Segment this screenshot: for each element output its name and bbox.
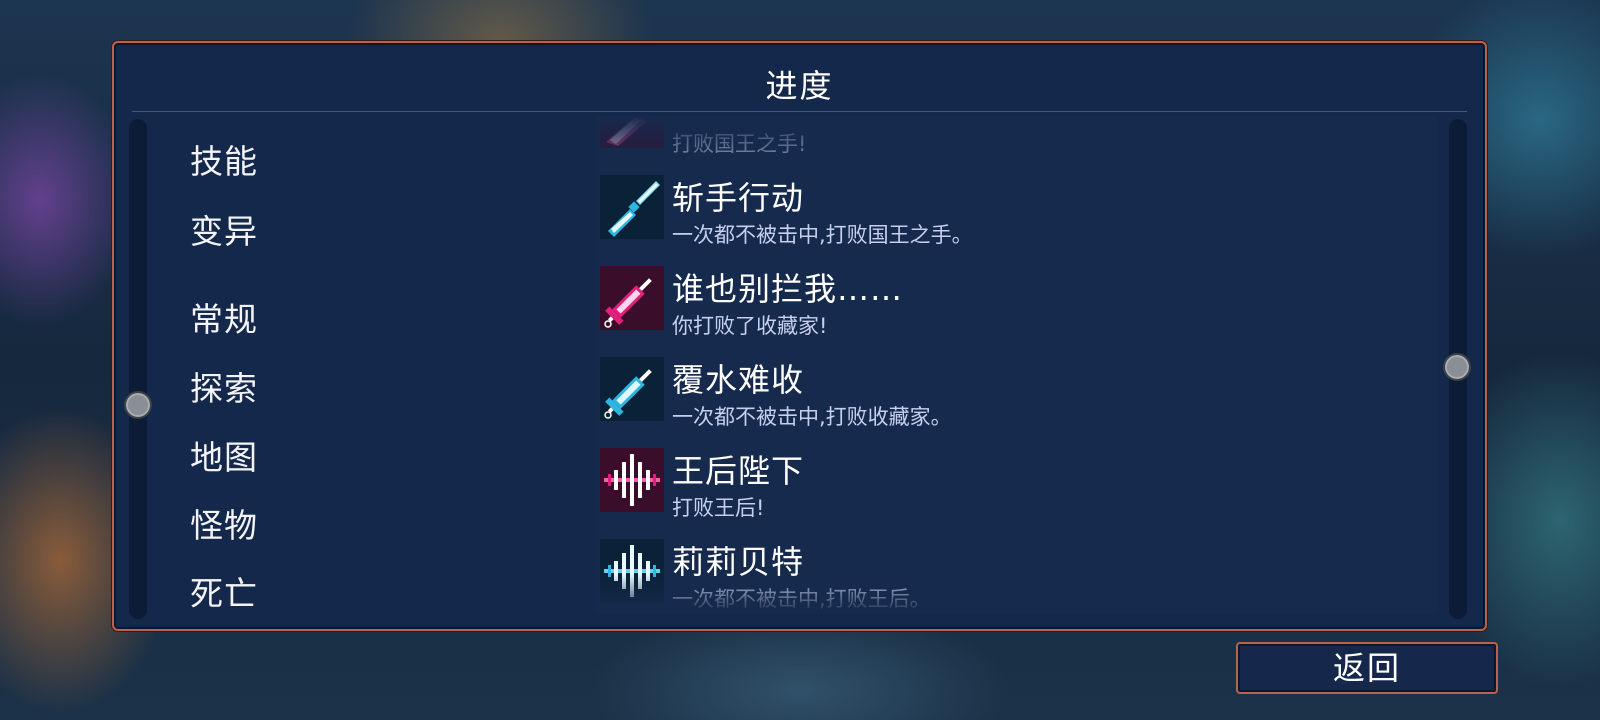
magenta-syringe-icon <box>600 266 664 330</box>
title-divider <box>132 111 1467 112</box>
category-mutations[interactable]: 变异 <box>190 205 258 253</box>
cyan-soundwave-icon <box>600 539 664 603</box>
category-death[interactable]: 死亡 <box>190 567 258 615</box>
category-exploration[interactable]: 探索 <box>190 362 258 410</box>
panel-title: 进度 <box>765 67 834 105</box>
achievement-desc: 打败王后! <box>672 496 765 520</box>
category-skills[interactable]: 技能 <box>190 135 258 183</box>
left-scroll-knob[interactable] <box>124 391 152 419</box>
achievement-desc: 一次都不被击中,打败收藏家。 <box>672 405 952 429</box>
achievement-desc: 一次都不被击中,打败王后。 <box>672 587 931 611</box>
achievement-list[interactable]: 打败国王之手! 斩手行动 一次都不被击中,打败国王之手。 谁也别拦我…… 你打败… <box>596 116 1437 614</box>
achievement-desc: 你打败了收藏家! <box>672 314 828 338</box>
category-monsters[interactable]: 怪物 <box>190 499 258 547</box>
achievement-item[interactable]: 王后陛下 打败王后! <box>600 448 1420 532</box>
magenta-soundwave-icon <box>600 448 664 512</box>
achievement-desc: 打败国王之手! <box>672 132 807 156</box>
progress-panel: 进度 技能 变异 常规 探索 地图 怪物 死亡 打败国王之手! 斩手行动 一次都… <box>112 41 1487 631</box>
achievement-title: 莉莉贝特 <box>672 543 805 581</box>
category-general[interactable]: 常规 <box>190 293 258 341</box>
achievement-item[interactable]: 谁也别拦我…… 你打败了收藏家! <box>600 266 1420 350</box>
achievement-item[interactable]: 莉莉贝特 一次都不被击中,打败王后。 <box>600 539 1420 614</box>
achievement-item[interactable]: 打败国王之手! <box>600 116 1420 168</box>
achievement-title: 谁也别拦我…… <box>672 270 904 308</box>
back-button[interactable]: 返回 <box>1236 642 1498 694</box>
left-scrollbar-track[interactable] <box>129 119 147 619</box>
category-map[interactable]: 地图 <box>190 431 258 479</box>
achievement-title: 斩手行动 <box>672 179 805 217</box>
achievement-item[interactable]: 斩手行动 一次都不被击中,打败国王之手。 <box>600 175 1420 259</box>
achievement-title: 王后陛下 <box>672 452 805 490</box>
achievement-desc: 一次都不被击中,打败国王之手。 <box>672 223 973 247</box>
cyan-syringe-icon <box>600 357 664 421</box>
right-scroll-knob[interactable] <box>1443 353 1471 381</box>
achievement-item[interactable]: 覆水难收 一次都不被击中,打败收藏家。 <box>600 357 1420 441</box>
magenta-blade-icon <box>600 116 664 148</box>
cyan-blade-icon <box>600 175 664 239</box>
achievement-title: 覆水难收 <box>672 361 805 399</box>
